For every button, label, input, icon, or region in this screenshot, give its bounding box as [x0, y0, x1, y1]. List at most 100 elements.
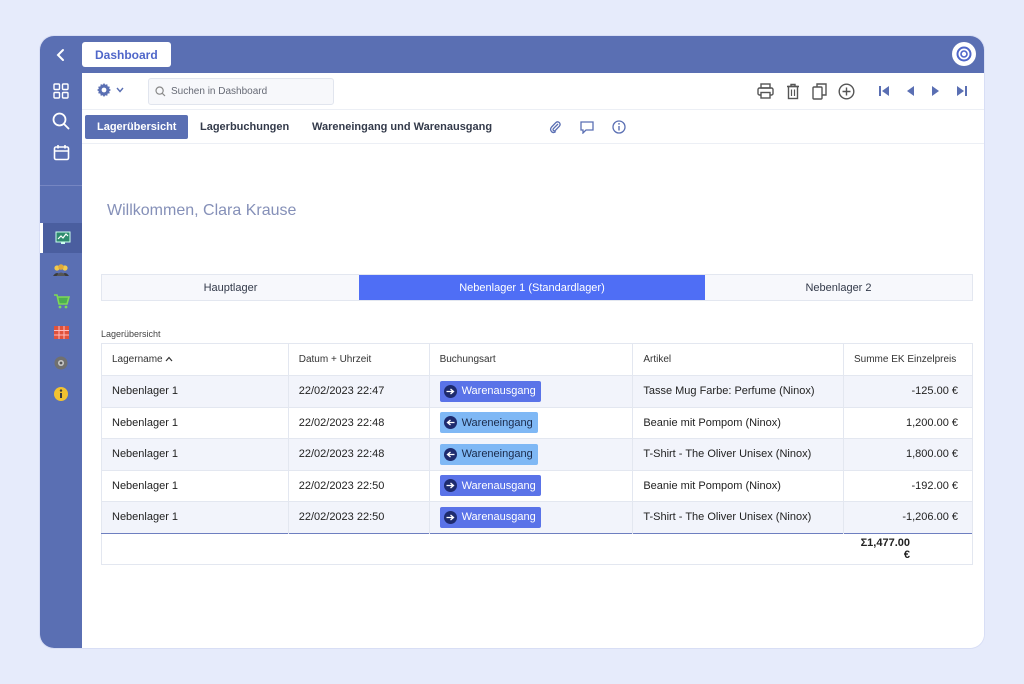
- cell-buchungsart: Wareneingang: [429, 406, 634, 439]
- segment-hauptlager[interactable]: Hauptlager: [102, 275, 359, 300]
- table-header-row: Lagername Datum + Uhrzeit Buchungsart Ar…: [101, 343, 974, 376]
- column-header-summe[interactable]: Summe EK Einzelpreis: [843, 343, 974, 376]
- cell-summe: -125.00 €: [843, 375, 974, 407]
- cell-artikel: T-Shirt - The Oliver Unisex (Ninox): [632, 501, 844, 533]
- warehouse-icon: [53, 325, 69, 339]
- segment-nebenlager-1[interactable]: Nebenlager 1 (Standardlager): [359, 275, 705, 300]
- column-header-datum[interactable]: Datum + Uhrzeit: [288, 343, 430, 376]
- cell-summe: 1,800.00 €: [843, 438, 974, 470]
- column-header-artikel[interactable]: Artikel: [632, 343, 844, 376]
- search-input[interactable]: [171, 86, 331, 97]
- app-window: Dashboard Suchen in Dashboard Lagerübers…: [40, 36, 984, 648]
- sidebar-item-contacts[interactable]: [40, 255, 82, 285]
- cell-lagername: Nebenlager 1: [101, 469, 289, 502]
- target-icon: [956, 46, 972, 62]
- calendar-icon: [53, 144, 69, 160]
- cell-summe: -192.00 €: [843, 469, 974, 502]
- column-header-buchungsart[interactable]: Buchungsart: [429, 343, 634, 376]
- info-circle-icon: [612, 120, 626, 134]
- arrow-left-icon: [443, 416, 457, 430]
- cell-datum: 22/02/2023 22:48: [288, 438, 430, 470]
- settings-menu-button[interactable]: [96, 82, 124, 98]
- sidebar-item-warehouse[interactable]: [40, 317, 82, 347]
- skip-last-icon: [956, 86, 967, 96]
- sidebar: [40, 73, 82, 648]
- status-badge: Warenausgang: [439, 506, 541, 528]
- people-icon: [53, 264, 69, 276]
- cell-buchungsart: Warenausgang: [429, 501, 634, 533]
- inventory-table: Lagername Datum + Uhrzeit Buchungsart Ar…: [101, 343, 974, 565]
- add-button[interactable]: [837, 81, 856, 101]
- chevron-left-icon: [56, 48, 64, 61]
- record-navigation: [874, 81, 971, 101]
- status-badge: Wareneingang: [439, 443, 538, 465]
- comments-button[interactable]: [579, 119, 595, 135]
- sidebar-item-grid[interactable]: [40, 76, 82, 106]
- tab-bar: Lagerübersicht Lagerbuchungen Wareneinga…: [82, 110, 984, 144]
- first-record-button[interactable]: [874, 81, 893, 101]
- table-row[interactable]: Nebenlager 1 22/02/2023 22:48 Wareneinga…: [101, 438, 974, 470]
- tab-wareneingang-warenausgang[interactable]: Wareneingang und Warenausgang: [300, 115, 504, 139]
- cart-icon: [53, 294, 70, 309]
- table-row[interactable]: Nebenlager 1 22/02/2023 22:48 Wareneinga…: [101, 406, 974, 439]
- cell-datum: 22/02/2023 22:50: [288, 469, 430, 502]
- arrow-right-icon: [443, 479, 457, 493]
- cell-lagername: Nebenlager 1: [101, 438, 289, 470]
- top-bar: Dashboard: [40, 36, 984, 73]
- back-button[interactable]: [40, 36, 82, 73]
- cell-lagername: Nebenlager 1: [101, 375, 289, 407]
- table-title: Lagerübersicht: [101, 329, 161, 339]
- monitor-chart-icon: [55, 231, 70, 244]
- sidebar-item-dashboard[interactable]: [40, 223, 82, 253]
- sidebar-item-search[interactable]: [40, 106, 82, 136]
- table-row[interactable]: Nebenlager 1 22/02/2023 22:47 Warenausga…: [101, 375, 974, 407]
- info-icon: [54, 387, 68, 401]
- column-header-lagername[interactable]: Lagername: [101, 343, 289, 376]
- sidebar-item-info[interactable]: [40, 379, 82, 409]
- total-sum: Σ1,477.00 €: [843, 532, 974, 564]
- paperclip-icon: [549, 121, 561, 134]
- user-menu-button[interactable]: [952, 42, 976, 66]
- print-button[interactable]: [756, 81, 775, 101]
- table-row[interactable]: Nebenlager 1 22/02/2023 22:50 Warenausga…: [101, 469, 974, 502]
- previous-record-button[interactable]: [900, 81, 919, 101]
- main-content: Lagerübersicht Lagerbuchungen Wareneinga…: [82, 73, 984, 648]
- comment-icon: [580, 120, 594, 134]
- cell-lagername: Nebenlager 1: [101, 501, 289, 533]
- attachments-button[interactable]: [547, 119, 563, 135]
- tab-lagerbuchungen[interactable]: Lagerbuchungen: [188, 115, 301, 139]
- duplicate-button[interactable]: [810, 81, 829, 101]
- tab-lageruebersicht[interactable]: Lagerübersicht: [85, 115, 189, 139]
- search-icon: [155, 86, 166, 97]
- next-record-button[interactable]: [926, 81, 945, 101]
- sidebar-item-sales[interactable]: [40, 286, 82, 316]
- plus-circle-icon: [838, 82, 855, 100]
- triangle-right-icon: [931, 86, 939, 96]
- welcome-message: Willkommen, Clara Krause: [107, 202, 297, 219]
- sort-ascending-icon: [165, 356, 173, 362]
- footer-spacer: [101, 532, 844, 564]
- copy-icon: [812, 82, 827, 100]
- cell-lagername: Nebenlager 1: [101, 406, 289, 439]
- cell-buchungsart: Warenausgang: [429, 375, 634, 407]
- cell-datum: 22/02/2023 22:48: [288, 406, 430, 439]
- arrow-right-icon: [443, 510, 457, 524]
- search-icon: [52, 112, 70, 130]
- printer-icon: [757, 83, 774, 99]
- table-row[interactable]: Nebenlager 1 22/02/2023 22:50 Warenausga…: [101, 501, 974, 533]
- action-icons: [756, 81, 856, 101]
- warehouse-selector: Hauptlager Nebenlager 1 (Standardlager) …: [101, 274, 973, 301]
- sidebar-item-calendar[interactable]: [40, 137, 82, 167]
- sidebar-item-settings[interactable]: [40, 348, 82, 378]
- status-badge: Wareneingang: [439, 412, 538, 434]
- cell-summe: -1,206.00 €: [843, 501, 974, 533]
- delete-button[interactable]: [783, 81, 802, 101]
- cell-artikel: Beanie mit Pompom (Ninox): [632, 469, 844, 502]
- dashboard-tab[interactable]: Dashboard: [82, 42, 171, 67]
- toolbar: [82, 73, 984, 110]
- last-record-button[interactable]: [952, 81, 971, 101]
- arrow-left-icon: [443, 447, 457, 461]
- segment-nebenlager-2[interactable]: Nebenlager 2: [705, 275, 972, 300]
- status-badge: Warenausgang: [439, 380, 541, 402]
- info-button[interactable]: [611, 119, 627, 135]
